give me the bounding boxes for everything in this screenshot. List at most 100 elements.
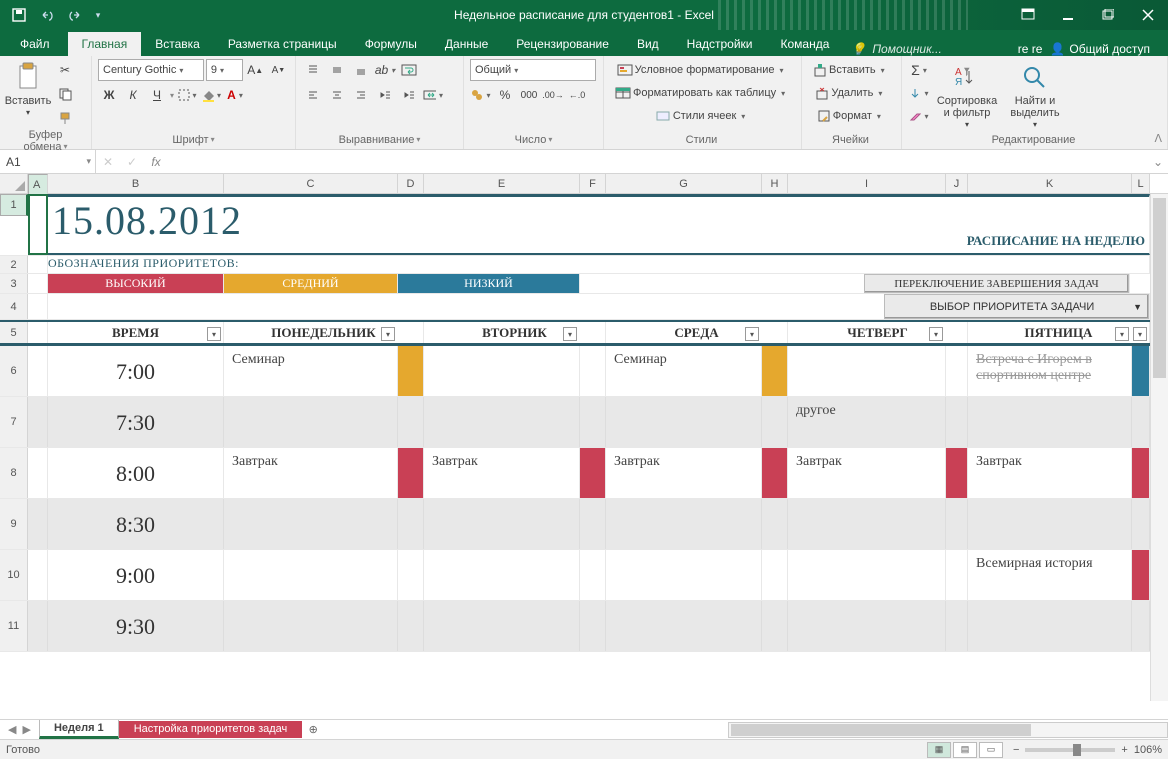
priority-high[interactable]: ВЫСОКИЙ <box>48 274 224 293</box>
th-fri[interactable]: ПЯТНИЦА▾▾ <box>968 322 1150 343</box>
time-cell[interactable]: 9:30 <box>48 601 224 651</box>
conditional-format-button[interactable]: Условное форматирование <box>610 59 790 81</box>
priority-select[interactable]: ВЫБОР ПРИОРИТЕТА ЗАДАЧИ▼ <box>884 294 1149 319</box>
row-header[interactable]: 7 <box>0 397 28 447</box>
vertical-scrollbar[interactable] <box>1150 194 1168 701</box>
row-header[interactable]: 8 <box>0 448 28 498</box>
sheet-tab-other[interactable]: Настройка приоритетов задач <box>119 721 303 738</box>
save-icon[interactable] <box>6 3 32 27</box>
tab-data[interactable]: Данные <box>431 32 502 56</box>
tell-me[interactable]: 💡Помощник... <box>851 42 941 56</box>
col-header[interactable]: E <box>424 174 580 193</box>
filter-icon[interactable]: ▾ <box>1133 327 1147 341</box>
percent-icon[interactable]: % <box>494 84 516 106</box>
task-cell[interactable]: Завтрак <box>788 448 946 498</box>
copy-icon[interactable] <box>54 83 76 105</box>
col-header[interactable]: J <box>946 174 968 193</box>
find-select-button[interactable]: Найти и выделить▾ <box>1004 59 1066 132</box>
paste-button[interactable]: Вставить▾ <box>6 59 50 120</box>
close-button[interactable] <box>1128 0 1168 30</box>
col-header[interactable]: A <box>28 174 48 196</box>
task-cell[interactable]: Завтрак <box>606 448 762 498</box>
align-middle-icon[interactable] <box>326 59 348 81</box>
time-cell[interactable]: 8:00 <box>48 448 224 498</box>
tab-view[interactable]: Вид <box>623 32 673 56</box>
format-table-button[interactable]: Форматировать как таблицу <box>610 82 790 104</box>
maximize-button[interactable] <box>1088 0 1128 30</box>
row-header[interactable]: 11 <box>0 601 28 651</box>
tab-team[interactable]: Команда <box>767 32 844 56</box>
zoom-out[interactable]: − <box>1013 744 1019 756</box>
next-sheet-icon[interactable]: ▶ <box>22 723 30 736</box>
priority-accent[interactable] <box>580 448 606 498</box>
italic-button[interactable]: К <box>122 84 144 106</box>
priority-accent[interactable] <box>1132 550 1150 600</box>
row-header[interactable]: 2 <box>0 256 28 273</box>
font-name[interactable]: Century Gothic <box>98 59 204 81</box>
add-sheet-button[interactable]: ⊕ <box>302 723 324 736</box>
row-header[interactable]: 5 <box>0 322 28 343</box>
autosum-icon[interactable]: Σ <box>908 59 930 81</box>
col-header[interactable]: I <box>788 174 946 193</box>
th-tue[interactable]: ВТОРНИК▾ <box>424 322 606 343</box>
view-pagebreak-icon[interactable]: ▭ <box>979 742 1003 758</box>
priority-accent[interactable] <box>398 448 424 498</box>
priority-accent[interactable] <box>398 346 424 396</box>
clear-icon[interactable] <box>908 105 930 127</box>
select-all[interactable] <box>0 174 28 193</box>
th-mon[interactable]: ПОНЕДЕЛЬНИК▾ <box>224 322 424 343</box>
filter-icon[interactable]: ▾ <box>745 327 759 341</box>
task-cell[interactable]: Завтрак <box>224 448 398 498</box>
toggle-done-button[interactable]: ПЕРЕКЛЮЧЕНИЕ ЗАВЕРШЕНИЯ ЗАДАЧ <box>864 274 1129 293</box>
share-button[interactable]: 👤Общий доступ <box>1050 42 1150 56</box>
redo-icon[interactable] <box>62 3 88 27</box>
priority-low[interactable]: НИЗКИЙ <box>398 274 580 293</box>
col-header[interactable]: F <box>580 174 606 193</box>
zoom-in[interactable]: + <box>1121 744 1127 756</box>
time-cell[interactable]: 8:30 <box>48 499 224 549</box>
tab-page-layout[interactable]: Разметка страницы <box>214 32 351 56</box>
row-header[interactable]: 6 <box>0 346 28 396</box>
underline-button[interactable]: Ч <box>146 84 168 106</box>
cell-styles-button[interactable]: Стили ячеек <box>610 105 790 127</box>
priority-label-cell[interactable]: ОБОЗНАЧЕНИЯ ПРИОРИТЕТОВ: <box>48 256 580 273</box>
indent-decrease-icon[interactable] <box>374 84 396 106</box>
row-header[interactable]: 3 <box>0 274 28 293</box>
currency-icon[interactable] <box>470 84 492 106</box>
view-layout-icon[interactable]: ▤ <box>953 742 977 758</box>
merge-icon[interactable] <box>422 84 444 106</box>
insert-cells-button[interactable]: Вставить <box>808 59 890 81</box>
task-cell[interactable]: Завтрак <box>968 448 1132 498</box>
align-bottom-icon[interactable] <box>350 59 372 81</box>
expand-formula-icon[interactable]: ⌄ <box>1148 150 1168 173</box>
col-header[interactable]: G <box>606 174 762 193</box>
filter-icon[interactable]: ▾ <box>381 327 395 341</box>
fx-icon[interactable]: fx <box>144 150 168 173</box>
collapse-ribbon-icon[interactable]: ᐱ <box>1154 132 1162 145</box>
cancel-icon[interactable]: ✕ <box>96 150 120 173</box>
task-cell[interactable]: Семинар <box>224 346 398 396</box>
col-header[interactable]: K <box>968 174 1132 193</box>
col-header[interactable]: H <box>762 174 788 193</box>
horizontal-scrollbar[interactable] <box>728 722 1168 738</box>
indent-increase-icon[interactable] <box>398 84 420 106</box>
ribbon-options-icon[interactable] <box>1008 0 1048 30</box>
increase-decimal-icon[interactable]: .00→ <box>542 84 564 106</box>
time-cell[interactable]: 9:00 <box>48 550 224 600</box>
number-format[interactable]: Общий <box>470 59 596 81</box>
format-painter-icon[interactable] <box>54 107 76 129</box>
decrease-decimal-icon[interactable]: ←.0 <box>566 84 588 106</box>
priority-accent[interactable] <box>1132 448 1150 498</box>
tab-insert[interactable]: Вставка <box>141 32 214 56</box>
tab-formulas[interactable]: Формулы <box>351 32 431 56</box>
task-cell[interactable]: Семинар <box>606 346 762 396</box>
grow-font-icon[interactable]: A▲ <box>245 59 266 81</box>
th-wed[interactable]: СРЕДА▾ <box>606 322 788 343</box>
fill-icon[interactable] <box>908 82 930 104</box>
row-header[interactable]: 9 <box>0 499 28 549</box>
schedule-title-cell[interactable]: РАСПИСАНИЕ НА НЕДЕЛЮ <box>606 194 1150 255</box>
sheet-tab-active[interactable]: Неделя 1 <box>39 720 119 739</box>
delete-cells-button[interactable]: Удалить <box>808 82 890 104</box>
time-cell[interactable]: 7:30 <box>48 397 224 447</box>
prev-sheet-icon[interactable]: ◀ <box>8 723 16 736</box>
